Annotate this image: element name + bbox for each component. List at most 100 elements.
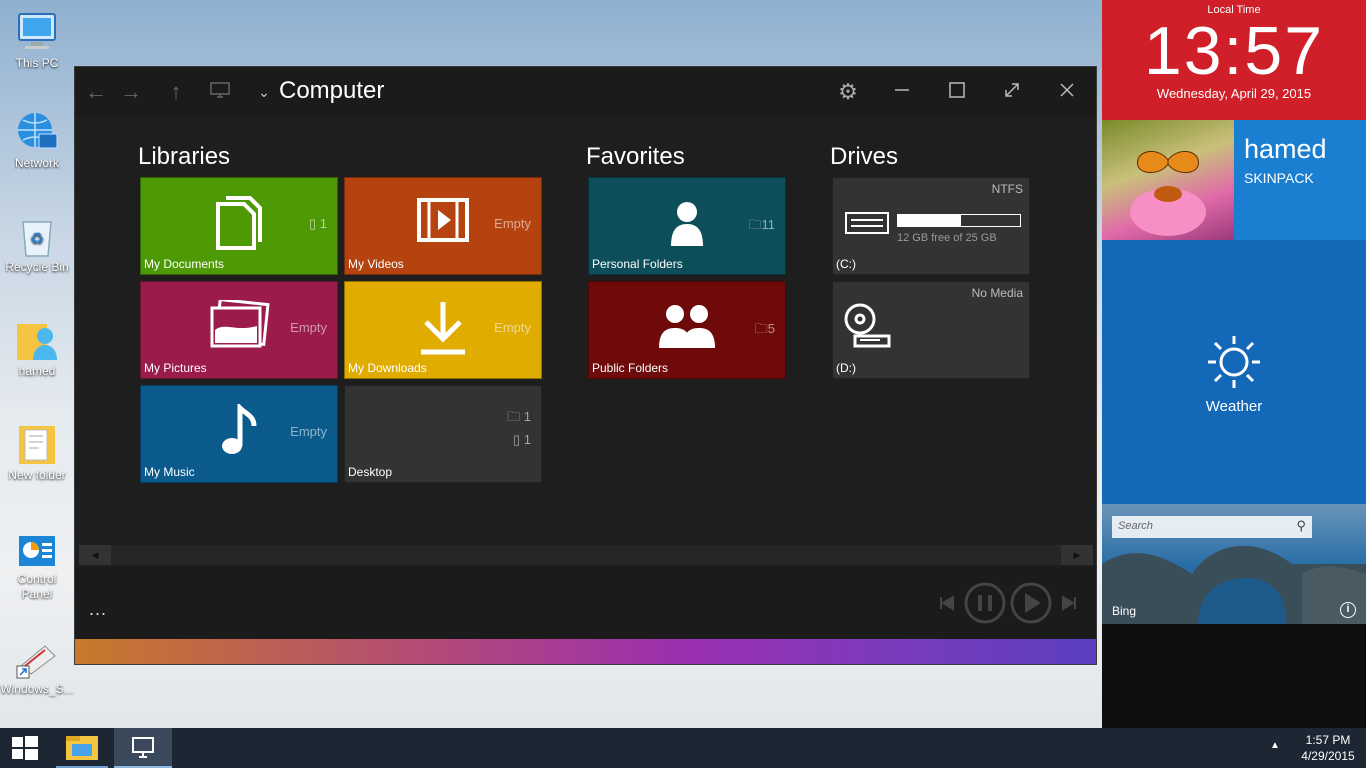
tile-desktop[interactable]: 🗀 1 ▯ 1 Desktop [344,385,542,483]
horizontal-scrollbar[interactable]: ◀ ▶ [79,545,1093,565]
desktop-icon-label: This PC [15,56,59,70]
taskbar-clock[interactable]: 1:57 PM 4/29/2015 [1290,732,1366,764]
tile-count: Empty [290,320,327,335]
folder-icon: 🗀 [754,321,768,336]
folder-icon: 🗀 [748,217,762,232]
avatar [1102,120,1234,240]
desktop-icon-label: Windows_S... [0,682,74,696]
title-bar: ← → ↑ ⌄ Computer ⚙ [75,67,1096,117]
control-panel-icon [15,534,59,570]
tile-my-documents[interactable]: ▯ 1 My Documents [140,177,338,275]
search-placeholder: Search [1118,520,1153,532]
taskbar-file-explorer[interactable] [56,728,108,768]
tile-label: My Documents [144,257,225,271]
maximize-icon[interactable] [944,79,970,105]
weather-label: Weather [1205,398,1263,415]
music-note-icon [219,401,259,461]
desktop-icon-this-pc[interactable]: This PC [0,10,74,71]
chevron-down-icon[interactable]: ⌄ [251,79,277,105]
tile-personal-folders[interactable]: 🗀11 Personal Folders [588,177,786,275]
optical-drive-icon [843,302,891,355]
desktop-icon-new-folder[interactable]: New folder [0,422,74,483]
tile-count: 🗀11 [748,217,775,232]
media-controls [937,581,1087,625]
taskbar: ▲ 1:57 PM 4/29/2015 [0,728,1366,768]
recycle-bin-icon: ♻ [15,214,59,258]
shortcut-icon [15,636,59,680]
tile-count: Empty [494,320,531,335]
folder-icon: 🗀 [507,409,521,424]
tile-label: (D:) [836,361,856,375]
tile-label: Public Folders [592,361,669,375]
clock-tile[interactable]: Local Time 13:57 Wednesday, April 29, 20… [1102,0,1366,120]
taskbar-date: 4/29/2015 [1301,749,1355,763]
file-icon: ▯ [512,432,521,447]
fullscreen-icon[interactable] [999,79,1025,105]
tile-label: My Downloads [348,361,427,375]
user-name: hamed [1244,134,1327,164]
minimize-icon[interactable] [889,79,915,105]
accent-gradient-bar [75,639,1096,664]
desktop-icon-hamed[interactable]: hamed [0,318,74,379]
gear-icon[interactable]: ⚙ [835,79,861,105]
section-title-libraries: Libraries [138,143,231,170]
info-icon[interactable]: i [1340,602,1356,618]
tile-label: My Pictures [144,361,207,375]
command-bar: ... [75,567,1096,639]
back-arrow-icon[interactable]: ← [83,79,109,105]
taskbar-computer[interactable] [114,728,172,768]
user-subtitle: SKINPACK [1244,170,1314,186]
bing-tile[interactable]: Search ⚲ Bing i [1102,504,1366,624]
user-tile[interactable]: hamed SKINPACK [1102,120,1366,240]
tile-my-downloads[interactable]: Empty My Downloads [344,281,542,379]
film-icon [417,196,469,249]
tile-count: 🗀5 [754,321,775,336]
weather-tile[interactable]: Weather [1102,240,1366,504]
forward-arrow-icon[interactable]: → [118,79,144,105]
up-arrow-icon[interactable]: ↑ [163,79,189,105]
svg-text:♻: ♻ [30,231,44,248]
drive-usage-fill [898,215,962,226]
scroll-left-button[interactable]: ◀ [79,545,111,565]
tile-public-folders[interactable]: 🗀5 Public Folders [588,281,786,379]
tile-count: ▯ 1 [308,216,327,231]
desktop-icon-recycle-bin[interactable]: ♻ Recycle Bin [0,214,74,275]
hard-drive-icon [845,212,889,239]
tile-my-music[interactable]: Empty My Music [140,385,338,483]
tile-count: Empty [290,424,327,439]
close-icon[interactable] [1054,79,1080,105]
file-icon: ▯ [308,216,317,231]
section-title-drives: Drives [830,143,899,170]
computer-icon [15,10,59,54]
explorer-window: ← → ↑ ⌄ Computer ⚙ Libraries Favorites D… [74,66,1097,665]
tile-my-videos[interactable]: Empty My Videos [344,177,542,275]
bing-label: Bing [1112,604,1137,618]
monitor-icon[interactable] [207,79,233,105]
tile-label: (C:) [836,257,856,271]
people-icon [657,302,717,353]
drive-usage-bar [897,214,1021,227]
desktop-icon-network[interactable]: Network [0,110,74,171]
start-button[interactable] [0,728,50,768]
tile-count-folders: 🗀 1 [507,409,531,424]
windows-logo-icon [12,736,38,760]
desktop-icon-control-panel[interactable]: Control Panel [0,534,74,602]
desktop-icon-windows-shortcut[interactable]: Windows_S... [0,636,74,697]
folder-icon [15,422,59,466]
desktop-icon-label: Control Panel [17,572,57,601]
clock-date: Wednesday, April 29, 2015 [1156,86,1312,101]
tile-drive-d[interactable]: No Media (D:) [832,281,1030,379]
taskbar-time: 1:57 PM [1305,733,1351,747]
drive-fs: NTFS [991,182,1023,196]
search-box[interactable]: Search ⚲ [1112,516,1312,538]
tray-chevron-up-icon[interactable]: ▲ [1270,740,1280,751]
section-title-favorites: Favorites [586,143,685,170]
more-options-button[interactable]: ... [89,599,107,620]
sun-icon [1206,334,1262,395]
tile-label: Personal Folders [592,257,683,271]
scroll-right-button[interactable]: ▶ [1061,545,1093,565]
download-icon [418,300,468,361]
tile-my-pictures[interactable]: Empty My Pictures [140,281,338,379]
search-icon[interactable]: ⚲ [1296,518,1306,534]
tile-drive-c[interactable]: NTFS 12 GB free of 25 GB (C:) [832,177,1030,275]
